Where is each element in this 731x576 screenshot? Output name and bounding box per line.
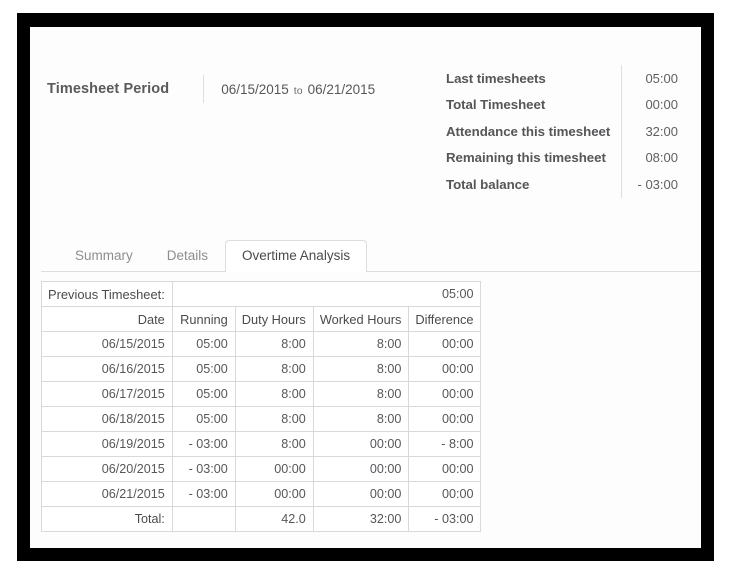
cell-date: 06/15/2015: [41, 331, 173, 357]
cell-difference: 00:00: [408, 331, 482, 357]
cell-difference: 00:00: [408, 406, 482, 432]
timesheet-summary-stats: Last timesheets 05:00 Total Timesheet 00…: [446, 65, 678, 198]
cell-worked: 00:00: [312, 431, 410, 457]
stat-row-last-timesheets: Last timesheets 05:00: [446, 65, 678, 92]
tab-bar-wrap: Summary Details Overtime Analysis: [41, 239, 701, 272]
stat-value-remaining-this-timesheet: 08:00: [645, 150, 678, 166]
tab-summary[interactable]: Summary: [58, 240, 150, 272]
cell-date: 06/21/2015: [41, 481, 173, 507]
stat-label-remaining-this-timesheet: Remaining this timesheet: [446, 150, 606, 166]
column-header-date[interactable]: Date: [41, 306, 173, 332]
stat-row-total-balance: Total balance - 03:00: [446, 171, 678, 198]
tab-details[interactable]: Details: [150, 240, 225, 272]
timesheet-period-block: Timesheet Period 06/15/2015 to 06/21/201…: [47, 75, 375, 103]
cell-date: 06/17/2015: [41, 381, 173, 407]
cell-running: - 03:00: [171, 431, 236, 457]
cell-worked: 00:00: [312, 481, 410, 507]
stat-label-last-timesheets: Last timesheets: [446, 70, 546, 86]
table-total-row: Total: 42.0 32:00 - 03:00: [41, 506, 482, 532]
table-row: 06/16/2015 05:00 8:00 8:00 00:00: [41, 356, 482, 382]
stat-value-total-balance: - 03:00: [637, 176, 678, 192]
previous-timesheet-label: Previous Timesheet:: [41, 281, 173, 307]
cell-running: 05:00: [171, 381, 236, 407]
stat-row-attendance-this-timesheet: Attendance this timesheet 32:00: [446, 118, 678, 145]
overtime-analysis-table-wrap: Previous Timesheet: 05:00 Date Running D…: [41, 281, 482, 532]
total-difference: - 03:00: [408, 506, 482, 532]
cell-duty: 00:00: [234, 456, 314, 482]
table-row: 06/20/2015 - 03:00 00:00 00:00 00:00: [41, 456, 482, 482]
total-duty: 42.0: [234, 506, 314, 532]
table-row: 06/15/2015 05:00 8:00 8:00 00:00: [41, 331, 482, 357]
total-running: [171, 506, 236, 532]
table-row: 06/21/2015 - 03:00 00:00 00:00 00:00: [41, 481, 482, 507]
column-header-difference[interactable]: Difference: [408, 306, 482, 332]
column-header-worked-hours[interactable]: Worked Hours: [312, 306, 410, 332]
screen: Timesheet Period 06/15/2015 to 06/21/201…: [0, 0, 731, 576]
cell-difference: - 8:00: [408, 431, 482, 457]
stat-row-remaining-this-timesheet: Remaining this timesheet 08:00: [446, 144, 678, 171]
cell-running: 05:00: [171, 406, 236, 432]
window-frame: Timesheet Period 06/15/2015 to 06/21/201…: [17, 13, 714, 561]
cell-worked: 00:00: [312, 456, 410, 482]
total-label: Total:: [41, 506, 173, 532]
cell-running: 05:00: [171, 356, 236, 382]
cell-date: 06/18/2015: [41, 406, 173, 432]
cell-running: - 03:00: [171, 481, 236, 507]
timesheet-period-label: Timesheet Period: [47, 81, 170, 97]
table-row: 06/17/2015 05:00 8:00 8:00 00:00: [41, 381, 482, 407]
table-row: 06/19/2015 - 03:00 8:00 00:00 - 8:00: [41, 431, 482, 457]
period-divider: [203, 75, 205, 103]
cell-date: 06/19/2015: [41, 431, 173, 457]
stat-value-last-timesheets: 05:00: [645, 70, 678, 86]
cell-duty: 8:00: [234, 331, 314, 357]
table-header-row: Date Running Duty Hours Worked Hours Dif…: [41, 306, 482, 332]
cell-running: - 03:00: [171, 456, 236, 482]
table-row: 06/18/2015 05:00 8:00 8:00 00:00: [41, 406, 482, 432]
cell-worked: 8:00: [312, 381, 410, 407]
previous-timesheet-row: Previous Timesheet: 05:00: [41, 281, 482, 307]
cell-duty: 8:00: [234, 406, 314, 432]
column-header-running[interactable]: Running: [171, 306, 236, 332]
stat-value-total-timesheet: 00:00: [645, 97, 678, 113]
tab-bar: Summary Details Overtime Analysis: [41, 239, 701, 272]
stat-label-attendance-this-timesheet: Attendance this timesheet: [446, 123, 611, 139]
stat-row-total-timesheet: Total Timesheet 00:00: [446, 91, 678, 118]
stat-label-total-timesheet: Total Timesheet: [446, 97, 546, 113]
stat-value-attendance-this-timesheet: 32:00: [645, 123, 678, 139]
cell-duty: 8:00: [234, 356, 314, 382]
cell-difference: 00:00: [408, 456, 482, 482]
timesheet-period-range: 06/15/2015 to 06/21/2015: [221, 82, 375, 97]
period-start-date: 06/15/2015: [221, 81, 289, 97]
cell-worked: 8:00: [312, 356, 410, 382]
previous-timesheet-value: 05:00: [171, 281, 482, 307]
cell-date: 06/20/2015: [41, 456, 173, 482]
stat-label-total-balance: Total balance: [446, 176, 530, 192]
cell-worked: 8:00: [312, 331, 410, 357]
cell-difference: 00:00: [408, 381, 482, 407]
total-worked: 32:00: [312, 506, 410, 532]
timesheet-header-area: Timesheet Period 06/15/2015 to 06/21/201…: [30, 27, 701, 202]
cell-duty: 8:00: [234, 381, 314, 407]
cell-worked: 8:00: [312, 406, 410, 432]
cell-duty: 8:00: [234, 431, 314, 457]
overtime-analysis-table: Previous Timesheet: 05:00 Date Running D…: [41, 281, 482, 532]
timesheet-panel: Timesheet Period 06/15/2015 to 06/21/201…: [30, 27, 701, 548]
column-header-duty-hours[interactable]: Duty Hours: [234, 306, 314, 332]
cell-date: 06/16/2015: [41, 356, 173, 382]
cell-running: 05:00: [171, 331, 236, 357]
period-range-separator: to: [293, 84, 303, 97]
cell-difference: 00:00: [408, 481, 482, 507]
cell-difference: 00:00: [408, 356, 482, 382]
period-end-date: 06/21/2015: [307, 81, 376, 97]
tab-overtime-analysis[interactable]: Overtime Analysis: [225, 240, 368, 272]
cell-duty: 00:00: [234, 481, 314, 507]
